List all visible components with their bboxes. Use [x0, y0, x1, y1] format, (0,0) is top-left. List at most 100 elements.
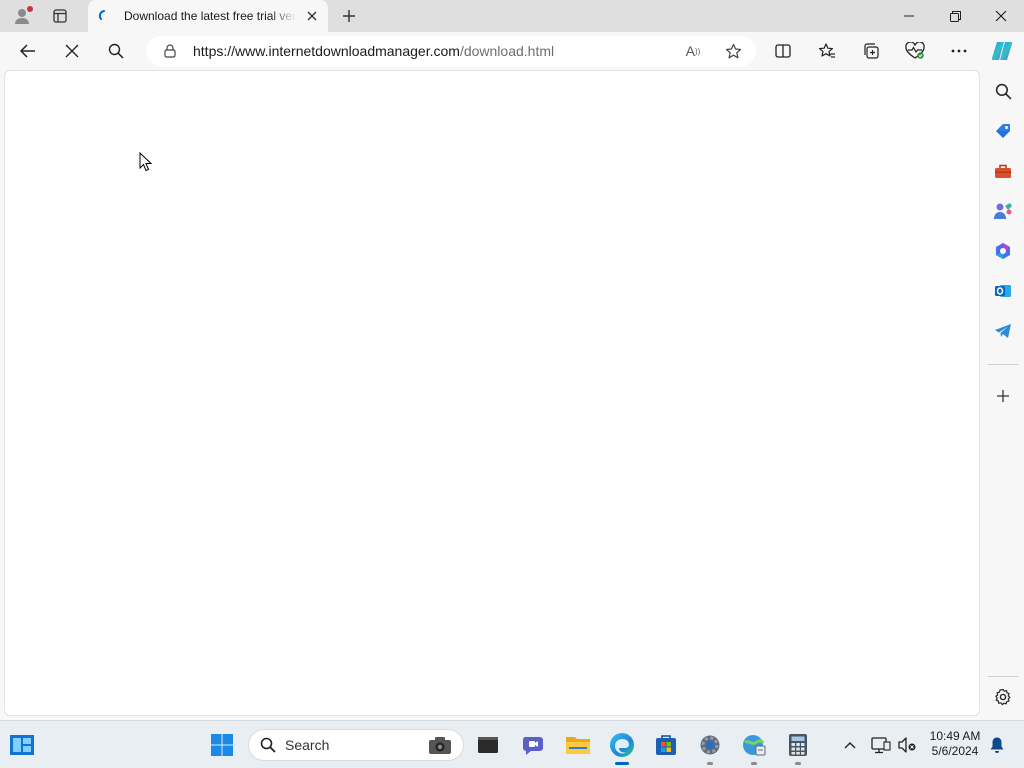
read-aloud-label: A — [685, 43, 695, 59]
taskbar-search-box[interactable]: Search — [248, 729, 464, 761]
plus-icon — [343, 10, 355, 22]
browser-toolbar: https://www.internetdownloadmanager.com/… — [0, 32, 1024, 70]
notifications-button[interactable] — [985, 733, 1009, 757]
sidebar-games-button[interactable] — [990, 198, 1016, 224]
search-placeholder: Search — [285, 737, 330, 753]
stop-loading-icon — [65, 44, 79, 58]
teams-icon — [522, 737, 543, 755]
file-explorer-icon — [566, 737, 590, 754]
split-screen-icon — [775, 44, 791, 58]
url-path: /download.html — [459, 43, 555, 59]
sidebar-microsoft-365-button[interactable] — [990, 238, 1016, 264]
restore-button[interactable] — [932, 0, 978, 32]
stop-loading-button[interactable] — [56, 35, 88, 67]
split-screen-button[interactable] — [767, 35, 799, 67]
sidebar-telegram-button[interactable] — [990, 318, 1016, 344]
tab-actions-button[interactable] — [46, 4, 74, 28]
browser-essentials-icon — [905, 42, 925, 59]
sidebar-divider-bottom — [988, 676, 1018, 677]
sidebar-shopping-button[interactable] — [990, 118, 1016, 144]
sidebar-outlook-button[interactable] — [990, 278, 1016, 304]
tab-close-icon[interactable] — [304, 8, 320, 24]
sidebar-tools-button[interactable] — [990, 158, 1016, 184]
close-icon — [995, 10, 1007, 22]
search-icon — [108, 43, 124, 59]
collections-icon — [864, 43, 879, 59]
address-bar[interactable]: https://www.internetdownloadmanager.com/… — [146, 36, 756, 66]
show-hidden-icons-button[interactable] — [838, 733, 862, 757]
taskbar-file-explorer[interactable] — [562, 729, 594, 761]
add-icon — [997, 390, 1009, 402]
more-button[interactable] — [943, 35, 975, 67]
active-indicator — [615, 762, 629, 765]
url-text[interactable]: https://www.internetdownloadmanager.com/… — [193, 43, 554, 59]
more-icon — [951, 49, 967, 53]
chevron-up-icon — [844, 742, 856, 749]
minimize-icon — [904, 15, 914, 17]
start-button[interactable] — [206, 729, 238, 761]
sidebar-search-button[interactable] — [990, 78, 1016, 104]
volume-muted-icon — [898, 737, 916, 753]
terminal-icon — [478, 737, 498, 753]
favorites-button[interactable] — [811, 35, 843, 67]
shopping-tag-icon — [996, 124, 1010, 138]
sidebar-divider — [988, 364, 1018, 365]
collections-button[interactable] — [855, 35, 887, 67]
calculator-icon — [789, 734, 807, 756]
copilot-icon — [991, 42, 1013, 60]
minimize-button[interactable] — [886, 0, 932, 32]
taskbar-settings[interactable] — [694, 729, 726, 765]
taskbar-calculator[interactable] — [782, 729, 814, 765]
running-indicator — [751, 762, 757, 765]
favorite-star-icon[interactable] — [724, 42, 742, 60]
settings-app-icon — [700, 735, 720, 755]
active-tab[interactable]: Download the latest free trial version o… — [88, 0, 328, 32]
search-button[interactable] — [100, 35, 132, 67]
clock-date: 5/6/2024 — [931, 744, 979, 758]
taskbar-store[interactable] — [650, 729, 682, 761]
bell-icon — [990, 737, 1004, 753]
browser-essentials-button[interactable] — [899, 35, 931, 67]
microsoft-365-icon — [996, 243, 1010, 259]
store-icon — [656, 735, 676, 755]
search-icon — [995, 83, 1012, 100]
running-indicator — [707, 762, 713, 765]
edge-icon — [610, 733, 634, 757]
settings-icon — [995, 688, 1011, 706]
network-status-button[interactable] — [869, 733, 893, 757]
tab-actions-icon — [53, 9, 67, 23]
back-icon — [19, 44, 35, 58]
close-window-button[interactable] — [978, 0, 1024, 32]
search-icon — [259, 736, 277, 754]
favorites-icon — [818, 43, 835, 58]
network-app-icon — [743, 735, 766, 756]
restore-icon — [949, 10, 961, 22]
system-clock[interactable]: 10:49 AM 5/6/2024 — [922, 729, 988, 759]
taskbar-teams[interactable] — [518, 729, 550, 761]
profile-button[interactable] — [8, 4, 36, 28]
loading-favicon-icon — [96, 8, 112, 24]
taskbar-edge[interactable] — [606, 729, 638, 765]
tab-title: Download the latest free trial version o… — [124, 9, 296, 23]
copilot-button[interactable] — [986, 35, 1018, 67]
running-indicator — [795, 762, 801, 765]
new-tab-button[interactable] — [336, 4, 362, 28]
tab-strip: Download the latest free trial version o… — [0, 0, 1024, 32]
start-icon — [211, 734, 233, 756]
sidebar-add-button[interactable] — [990, 383, 1016, 409]
taskbar: Search 10:49 AM 5/6/2024 — [0, 720, 1024, 768]
volume-button[interactable] — [895, 733, 919, 757]
read-aloud-icon[interactable]: A)) — [684, 42, 702, 60]
games-icon — [994, 203, 1012, 219]
back-button[interactable] — [12, 35, 44, 67]
sidebar-settings-button[interactable] — [990, 684, 1016, 710]
widgets-icon — [10, 735, 34, 755]
tools-icon — [995, 164, 1011, 178]
widgets-button[interactable] — [6, 729, 38, 761]
clock-time: 10:49 AM — [929, 729, 981, 743]
taskbar-network-app[interactable] — [738, 729, 770, 765]
url-host: https://www.internetdownloadmanager.com — [193, 43, 460, 59]
taskbar-terminal[interactable] — [472, 729, 504, 761]
camera-icon — [425, 733, 455, 757]
lock-icon[interactable] — [162, 43, 178, 59]
